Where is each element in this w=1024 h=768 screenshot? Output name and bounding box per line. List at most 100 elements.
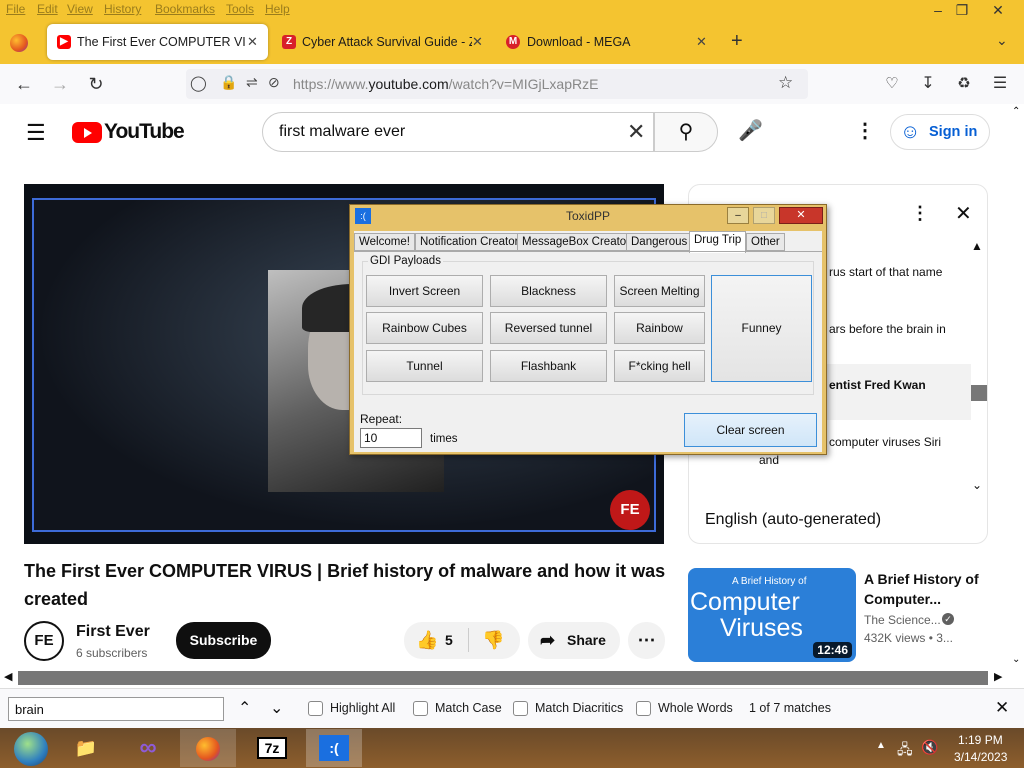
file-explorer-icon[interactable]: 📁 — [58, 729, 114, 767]
transcript-line[interactable]: ars before the brain in — [829, 320, 946, 338]
menu-help[interactable]: Help — [265, 2, 290, 16]
youtube-wordmark[interactable]: YouTube — [104, 120, 185, 144]
highlight-all-label[interactable]: Highlight All — [330, 701, 395, 715]
horizontal-scrollbar-thumb[interactable] — [18, 671, 988, 685]
funney-button[interactable]: Funney — [711, 275, 812, 382]
firefox-taskbar-icon[interactable] — [180, 729, 236, 767]
back-icon[interactable]: ← — [10, 70, 38, 98]
tab-cyber-attack[interactable]: Z Cyber Attack Survival Guide - Z ✕ — [276, 24, 490, 60]
show-hidden-icons-icon[interactable]: ▲ — [876, 740, 886, 751]
shield-icon[interactable]: ◯ — [190, 74, 207, 92]
invert-screen-button[interactable]: Invert Screen — [366, 275, 483, 307]
tab-drug-trip[interactable]: Drug Trip — [689, 231, 747, 253]
match-diacritics-checkbox[interactable] — [513, 701, 528, 716]
maximize-icon[interactable]: □ — [753, 207, 775, 224]
transcript-line[interactable]: rus start of that name — [829, 263, 942, 281]
minimize-icon[interactable]: – — [727, 207, 749, 224]
subscribe-button[interactable]: Subscribe — [176, 622, 271, 659]
fcking-hell-button[interactable]: F*cking hell — [614, 350, 705, 382]
rainbow-cubes-button[interactable]: Rainbow Cubes — [366, 312, 483, 344]
menu-history[interactable]: History — [104, 2, 141, 16]
extensions-icon[interactable]: ♻ — [950, 70, 978, 98]
related-video-title[interactable]: A Brief History of Computer... — [864, 569, 984, 609]
tab-other[interactable]: Other — [746, 233, 785, 251]
reversed-tunnel-button[interactable]: Reversed tunnel — [490, 312, 607, 344]
close-transcript-icon[interactable]: ✕ — [955, 201, 972, 226]
tab-notification-creator[interactable]: Notification Creator — [415, 233, 524, 251]
related-channel[interactable]: The Science... — [864, 613, 941, 627]
tab-youtube[interactable]: ▶ The First Ever COMPUTER VIRU ✕ — [47, 24, 268, 60]
list-tabs-icon[interactable]: ⌄ — [996, 32, 1008, 49]
app-menu-icon[interactable]: ☰ — [986, 70, 1014, 98]
sign-in-button[interactable]: ☺ Sign in — [890, 114, 990, 150]
new-tab-icon[interactable]: + — [731, 30, 743, 53]
downloads-icon[interactable]: ↧ — [914, 70, 942, 98]
hamburger-menu-icon[interactable]: ☰ — [26, 120, 46, 146]
clock-time[interactable]: 1:19 PM — [958, 733, 1003, 747]
dislike-button[interactable]: 👎 — [482, 622, 504, 659]
close-tab-icon[interactable]: ✕ — [247, 24, 258, 60]
url-bar[interactable]: ◯ 🔒 ⇌ ⊘ https://www.youtube.com/watch?v=… — [186, 69, 808, 99]
flashbank-button[interactable]: Flashbank — [490, 350, 607, 382]
menu-file[interactable]: File — [6, 2, 25, 16]
transcript-line[interactable]: computer viruses Siri — [829, 433, 941, 451]
volume-muted-icon[interactable]: 🔇 — [921, 739, 938, 756]
url-text[interactable]: https://www.youtube.com/watch?v=MIGjLxap… — [293, 76, 598, 92]
visual-studio-icon[interactable]: ∞ — [120, 729, 176, 767]
find-previous-icon[interactable]: ⌃ — [238, 698, 251, 718]
search-button[interactable]: ⚲ — [654, 112, 718, 152]
find-next-icon[interactable]: ⌄ — [270, 698, 283, 718]
scroll-right-icon[interactable]: ▶ — [994, 670, 1002, 683]
scroll-down-icon[interactable]: ⌄ — [972, 478, 982, 492]
autoplay-blocked-icon[interactable]: ⊘ — [268, 74, 280, 91]
settings-more-icon[interactable]: ⋮ — [855, 118, 875, 143]
transcript-language[interactable]: English (auto-generated) — [705, 511, 881, 529]
close-tab-icon[interactable]: ✕ — [696, 24, 707, 60]
menu-view[interactable]: View — [67, 2, 93, 16]
youtube-logo-icon[interactable] — [72, 122, 102, 143]
like-button[interactable]: 👍 — [416, 622, 438, 659]
transcript-scrollbar-thumb[interactable] — [971, 385, 987, 401]
firefox-view-icon[interactable] — [10, 34, 28, 52]
close-tab-icon[interactable]: ✕ — [472, 24, 483, 60]
find-input[interactable]: brain — [8, 697, 224, 721]
forward-icon[interactable]: → — [46, 70, 74, 98]
transcript-more-icon[interactable]: ⋮ — [911, 203, 929, 224]
search-input[interactable]: first malware ever ✕ — [262, 112, 654, 152]
lock-icon[interactable]: 🔒 — [220, 74, 237, 91]
close-find-bar-icon[interactable]: ✕ — [995, 698, 1009, 718]
repeat-count-input[interactable]: 10 — [360, 428, 422, 448]
close-window-icon[interactable]: ✕ — [984, 1, 1012, 19]
tab-welcome[interactable]: Welcome! — [354, 233, 415, 251]
tunnel-button[interactable]: Tunnel — [366, 350, 483, 382]
toxidpp-taskbar-icon[interactable]: :( — [306, 729, 362, 767]
channel-name[interactable]: First Ever — [76, 623, 150, 641]
transcript-line[interactable]: entist Fred Kwan — [829, 376, 926, 394]
menu-edit[interactable]: Edit — [37, 2, 58, 16]
pocket-icon[interactable]: ♡ — [878, 70, 906, 98]
tab-dangerous[interactable]: Dangerous — [626, 233, 693, 251]
horizontal-scrollbar[interactable]: ◀ ▶ — [0, 670, 1010, 686]
related-video-thumbnail[interactable]: A Brief History of Computer Viruses 12:4… — [688, 568, 856, 662]
scroll-left-icon[interactable]: ◀ — [4, 670, 12, 683]
match-case-checkbox[interactable] — [413, 701, 428, 716]
close-icon[interactable]: ✕ — [779, 207, 823, 224]
whole-words-checkbox[interactable] — [636, 701, 651, 716]
match-diacritics-label[interactable]: Match Diacritics — [535, 701, 623, 715]
voice-search-icon[interactable]: 🎤 — [738, 118, 763, 143]
match-case-label[interactable]: Match Case — [435, 701, 502, 715]
bookmark-star-icon[interactable]: ☆ — [778, 73, 793, 93]
whole-words-label[interactable]: Whole Words — [658, 701, 733, 715]
share-button[interactable]: ➦ Share — [528, 622, 620, 659]
blackness-button[interactable]: Blackness — [490, 275, 607, 307]
highlight-all-checkbox[interactable] — [308, 701, 323, 716]
tab-mega[interactable]: M Download - MEGA ✕ — [500, 24, 714, 60]
vertical-scrollbar[interactable]: ⌃ ⌄ — [1010, 104, 1024, 670]
menu-bookmarks[interactable]: Bookmarks — [155, 2, 215, 16]
menu-tools[interactable]: Tools — [226, 2, 254, 16]
scroll-up-arrow-icon[interactable]: ⌃ — [1012, 106, 1020, 117]
scroll-down-arrow-icon[interactable]: ⌄ — [1012, 654, 1020, 665]
permissions-icon[interactable]: ⇌ — [246, 74, 258, 91]
scroll-up-icon[interactable]: ▲ — [971, 239, 983, 253]
network-icon[interactable]: 🖧 — [897, 739, 913, 763]
